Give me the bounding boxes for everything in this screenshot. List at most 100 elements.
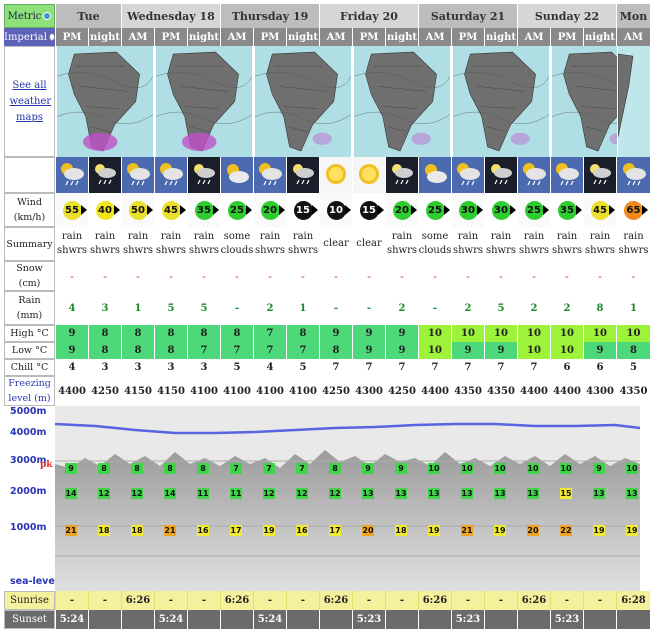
temperature-level-marker: 18 [395, 525, 407, 536]
high-temp-cell: 10 [451, 325, 484, 342]
snow-cell: - [352, 261, 385, 291]
wind-speed-badge: 35 [194, 200, 219, 220]
temperature-level-marker: 12 [98, 488, 110, 499]
wind-speed-value: 25 [230, 204, 244, 216]
chill-cell: 3 [154, 359, 187, 376]
temperature-level-marker: 22 [560, 525, 572, 536]
day-header[interactable]: Wednesday 18 [121, 4, 220, 28]
temperature-level-marker: 12 [263, 488, 275, 499]
weather-icon-cell [187, 157, 220, 193]
weather-map-thumbnail[interactable] [452, 46, 549, 157]
freezing-level-cell: 4400 [55, 376, 88, 406]
wind-cell: 25 [220, 193, 253, 227]
sunrise-cell: - [484, 591, 517, 610]
freezing-level-cell: 4100 [187, 376, 220, 406]
rain-cell: - [418, 291, 451, 325]
sunset-cell: 5:23 [451, 610, 484, 629]
wind-speed-value: 15 [362, 204, 376, 216]
weather-icon-cell [550, 157, 583, 193]
cloud-rain-sun-icon [256, 160, 284, 191]
maps-row: See all weather maps [4, 46, 650, 157]
summary-label: Summary [4, 227, 55, 261]
maps-label-cell: See all weather maps [4, 46, 55, 157]
wind-speed-badge: 15 [359, 200, 384, 220]
day-header[interactable]: Mon [616, 4, 650, 28]
wind-direction-arrow-icon [542, 204, 549, 215]
weather-icon-cell [352, 157, 385, 193]
high-temp-cell: 9 [55, 325, 88, 342]
day-header[interactable]: Friday 20 [319, 4, 418, 28]
temperature-level-marker: 10 [494, 463, 506, 474]
wind-speed-value: 15 [296, 204, 310, 216]
wind-speed-badge: 20 [260, 200, 285, 220]
weather-icon-cell [583, 157, 616, 193]
night-rain-icon [487, 160, 515, 191]
low-temp-row: Low °C 9 8 8 8 7 7 7 7 8 9 9 10 9 9 10 10 9 8 [4, 342, 650, 359]
snow-cell: - [517, 261, 550, 291]
wind-speed-badge: 15 [293, 200, 318, 220]
night-rain-icon [91, 160, 119, 191]
wind-speed-value: 50 [131, 204, 145, 216]
rain-row: Rain (mm) 43155-21--2-252281 [4, 291, 650, 325]
snow-cell: - [253, 261, 286, 291]
phase-cell: night [385, 28, 418, 46]
summary-cell: clear [352, 227, 385, 261]
sunrise-label: Sunrise [4, 591, 55, 610]
high-temp-cell: 9 [385, 325, 418, 342]
weather-map-thumbnail[interactable] [254, 46, 351, 157]
day-header[interactable]: Tue [55, 4, 121, 28]
weather-icon-cell [517, 157, 550, 193]
day-header[interactable]: Sunday 22 [517, 4, 616, 28]
temperature-level-marker: 9 [593, 463, 605, 474]
sunrise-cell: 6:28 [616, 591, 650, 610]
wind-speed-badge: 30 [491, 200, 516, 220]
wind-speed-badge: 25 [524, 200, 549, 220]
wind-speed-value: 45 [593, 204, 607, 216]
rain-cell: 2 [517, 291, 550, 325]
temperature-level-marker: 12 [131, 488, 143, 499]
low-temp-cell: 9 [352, 342, 385, 359]
wind-speed-value: 20 [395, 204, 409, 216]
weather-map-thumbnail[interactable] [56, 46, 153, 157]
temperature-level-marker: 10 [527, 463, 539, 474]
freezing-level-cell: 4250 [385, 376, 418, 406]
sunset-cell [517, 610, 550, 629]
wind-cell: 20 [385, 193, 418, 227]
freezing-level-cell: 4400 [517, 376, 550, 406]
temperature-level-marker: 13 [527, 488, 539, 499]
sunrise-cell: 6:26 [319, 591, 352, 610]
high-temp-cell: 8 [154, 325, 187, 342]
wind-cell: 35 [187, 193, 220, 227]
freezing-level-cell: 4300 [352, 376, 385, 406]
temperature-level-marker: 7 [296, 463, 308, 474]
sunset-cell: 5:24 [154, 610, 187, 629]
phase-cell: night [187, 28, 220, 46]
summary-cell: rain shwrs [286, 227, 319, 261]
sunrise-cell: - [154, 591, 187, 610]
see-all-weather-maps-link[interactable]: See all weather maps [10, 78, 52, 126]
freezing-level-cell: 4350 [484, 376, 517, 406]
weather-map-thumbnail[interactable] [617, 46, 650, 157]
weather-icon-cell [154, 157, 187, 193]
low-temp-cell: 9 [484, 342, 517, 359]
weather-icon-cell [418, 157, 451, 193]
weather-map-thumbnail[interactable] [353, 46, 450, 157]
chill-cell: 5 [286, 359, 319, 376]
phase-cell: AM [319, 28, 352, 46]
weather-icon-cell [451, 157, 484, 193]
temperature-level-marker: 10 [461, 463, 473, 474]
wind-direction-arrow-icon [509, 204, 516, 215]
wind-speed-value: 25 [428, 204, 442, 216]
wind-direction-arrow-icon [410, 204, 417, 215]
snow-cell: - [418, 261, 451, 291]
sunrise-cell: - [286, 591, 319, 610]
day-header[interactable]: Saturday 21 [418, 4, 517, 28]
rain-cell: 3 [88, 291, 121, 325]
freezing-level-cell: 4300 [583, 376, 616, 406]
low-temp-cell: 8 [616, 342, 650, 359]
wind-speed-value: 40 [98, 204, 112, 216]
sunset-cell: 5:24 [55, 610, 88, 629]
day-header[interactable]: Thursday 19 [220, 4, 319, 28]
temperature-level-marker: 13 [626, 488, 638, 499]
weather-map-thumbnail[interactable] [155, 46, 252, 157]
